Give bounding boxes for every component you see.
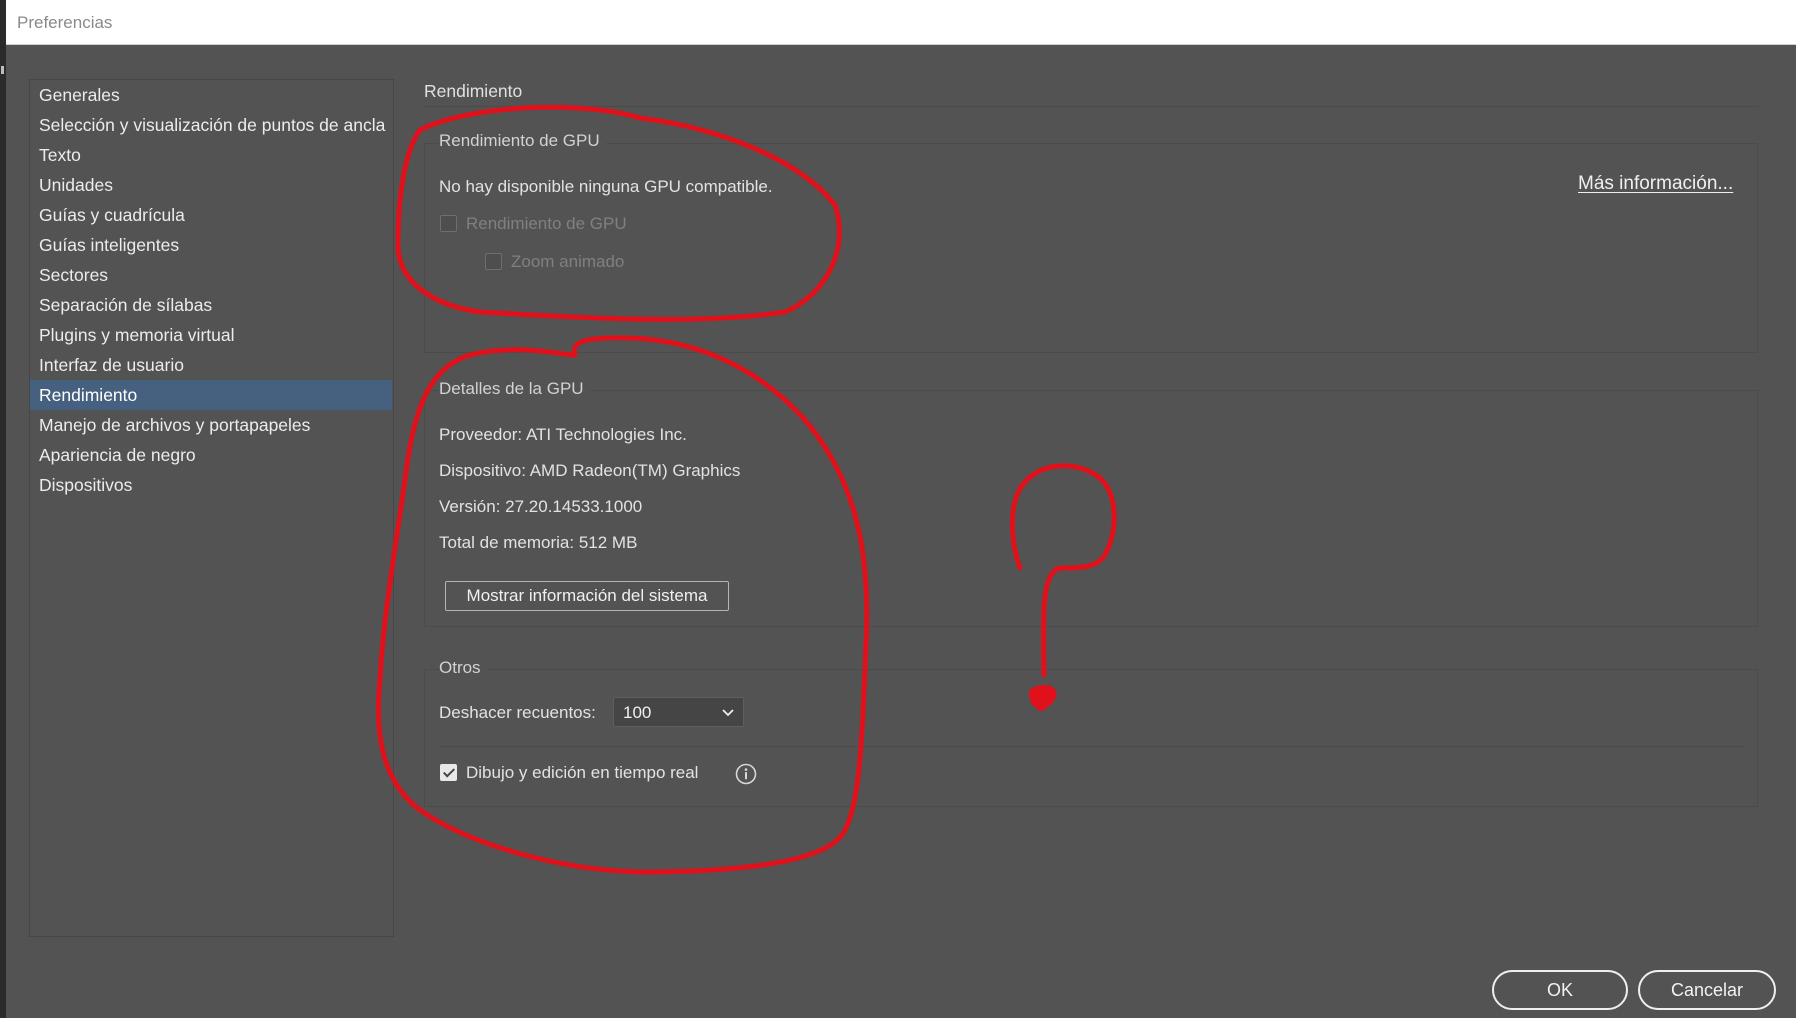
gpu-version-text: Versión: 27.20.14533.1000	[439, 497, 643, 516]
gpu-performance-title: Rendimiento de GPU	[439, 131, 606, 151]
sidebar-item-devices[interactable]: Dispositivos	[30, 470, 392, 500]
title-bar: Preferencias	[6, 0, 1796, 45]
preferences-dialog: Generales Selección y visualización de p…	[6, 45, 1796, 1018]
info-icon[interactable]	[735, 763, 757, 785]
gpu-device-text: Dispositivo: AMD Radeon(TM) Graphics	[439, 461, 741, 480]
others-divider	[439, 746, 1745, 747]
sidebar-item-user-interface[interactable]: Interfaz de usuario	[30, 350, 392, 380]
live-drawing-label: Dibujo y edición en tiempo real	[466, 763, 699, 782]
sidebar-item-generales[interactable]: Generales	[30, 80, 392, 110]
sidebar-item-rendimiento[interactable]: Rendimiento	[30, 380, 392, 410]
undo-count-select[interactable]: 100	[613, 697, 744, 727]
sidebar-item-hyphenation[interactable]: Separación de sílabas	[30, 290, 392, 320]
show-system-info-button[interactable]: Mostrar información del sistema	[445, 581, 729, 611]
chevron-down-icon	[722, 709, 734, 717]
sidebar-item-black-appearance[interactable]: Apariencia de negro	[30, 440, 392, 470]
gpu-details-title: Detalles de la GPU	[439, 379, 590, 399]
live-drawing-checkbox[interactable]	[440, 764, 457, 781]
window-title: Preferencias	[17, 13, 113, 32]
heading-divider	[424, 106, 1758, 107]
gpu-vendor-text: Proveedor: ATI Technologies Inc.	[439, 425, 687, 444]
sidebar-item-plugins[interactable]: Plugins y memoria virtual	[30, 320, 392, 350]
undo-count-value: 100	[623, 703, 652, 722]
gpu-performance-checkbox-label: Rendimiento de GPU	[466, 214, 627, 233]
animated-zoom-checkbox[interactable]	[485, 253, 502, 270]
sidebar-item-guides-grid[interactable]: Guías y cuadrícula	[30, 200, 392, 230]
gpu-performance-group	[424, 143, 1758, 353]
more-info-link[interactable]: Más información...	[1578, 173, 1733, 195]
cancel-button[interactable]: Cancelar	[1638, 970, 1776, 1010]
sidebar-item-unidades[interactable]: Unidades	[30, 170, 392, 200]
undo-count-label: Deshacer recuentos:	[439, 703, 596, 722]
ok-button[interactable]: OK	[1492, 970, 1628, 1010]
others-group	[424, 669, 1758, 807]
category-sidebar: Generales Selección y visualización de p…	[29, 79, 394, 937]
gpu-status-text: No hay disponible ninguna GPU compatible…	[439, 177, 773, 196]
sidebar-item-smart-guides[interactable]: Guías inteligentes	[30, 230, 392, 260]
sidebar-item-sectores[interactable]: Sectores	[30, 260, 392, 290]
sidebar-item-file-handling[interactable]: Manejo de archivos y portapapeles	[30, 410, 392, 440]
others-title: Otros	[439, 658, 487, 678]
gpu-memory-text: Total de memoria: 512 MB	[439, 533, 638, 552]
panel-heading: Rendimiento	[424, 81, 523, 101]
sidebar-item-texto[interactable]: Texto	[30, 140, 392, 170]
sidebar-item-anchor-points[interactable]: Selección y visualización de puntos de a…	[30, 110, 392, 140]
animated-zoom-checkbox-label: Zoom animado	[511, 252, 625, 271]
gpu-performance-checkbox[interactable]	[440, 215, 457, 232]
edge-marker	[1, 66, 4, 74]
